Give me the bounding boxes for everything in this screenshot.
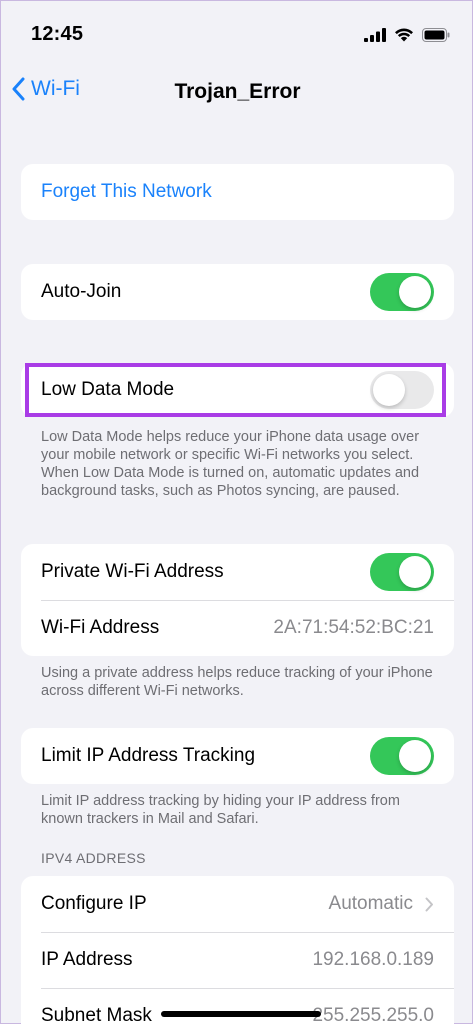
forget-network-group: Forget This Network [21, 164, 454, 220]
limit-ip-toggle[interactable] [370, 737, 434, 775]
toggle-knob [399, 740, 431, 772]
configure-ip-value-wrap: Automatic [329, 893, 434, 915]
subnet-mask-label: Subnet Mask [41, 1005, 152, 1024]
wifi-address-value: 2A:71:54:52:BC:21 [273, 617, 434, 638]
ip-address-row: IP Address 192.168.0.189 [21, 932, 454, 988]
configure-ip-value: Automatic [328, 893, 413, 914]
ip-address-label: IP Address [41, 949, 133, 970]
chevron-right-icon [425, 897, 433, 911]
configure-ip-row[interactable]: Configure IP Automatic [21, 876, 454, 932]
ipv4-section-header: IPV4 ADDRESS [41, 850, 146, 866]
limit-ip-footnote: Limit IP address tracking by hiding your… [41, 793, 400, 827]
low-data-mode-label: Low Data Mode [41, 379, 175, 400]
wifi-icon [395, 28, 413, 42]
cellular-signal-icon [364, 27, 386, 42]
ipv4-group: Configure IP Automatic IP Address 192.16… [21, 876, 454, 1024]
configure-ip-label: Configure IP [41, 893, 147, 914]
low-data-mode-group: Low Data Mode [21, 363, 454, 417]
wifi-address-label: Wi-Fi Address [41, 617, 160, 638]
auto-join-label: Auto-Join [41, 281, 122, 302]
toggle-knob [399, 556, 431, 588]
navigation-bar: Wi-Fi Trojan_Error [1, 65, 473, 121]
limit-ip-row: Limit IP Address Tracking [21, 728, 454, 784]
auto-join-toggle[interactable] [370, 273, 434, 311]
auto-join-row: Auto-Join [21, 264, 454, 320]
low-data-mode-row: Low Data Mode [21, 363, 454, 417]
auto-join-group: Auto-Join [21, 264, 454, 320]
status-time: 12:45 [31, 23, 84, 45]
toggle-knob [373, 374, 405, 406]
battery-icon [422, 27, 450, 42]
forget-network-button[interactable]: Forget This Network [21, 164, 454, 220]
wifi-address-row: Wi-Fi Address 2A:71:54:52:BC:21 [21, 600, 454, 656]
page-title: Trojan_Error [174, 80, 301, 103]
low-data-mode-footnote: Low Data Mode helps reduce your iPhone d… [41, 429, 420, 499]
forget-network-label: Forget This Network [41, 181, 212, 202]
private-address-label: Private Wi-Fi Address [41, 561, 224, 582]
limit-ip-group: Limit IP Address Tracking [21, 728, 454, 784]
subnet-mask-value: 255.255.255.0 [312, 1005, 434, 1024]
private-address-toggle[interactable] [370, 553, 434, 591]
limit-ip-label: Limit IP Address Tracking [41, 745, 256, 766]
private-address-row: Private Wi-Fi Address [21, 544, 454, 600]
ip-address-value: 192.168.0.189 [312, 949, 434, 970]
private-address-group: Private Wi-Fi Address Wi-Fi Address 2A:7… [21, 544, 454, 656]
toggle-knob [399, 276, 431, 308]
status-bar: 12:45 [1, 1, 473, 65]
status-icons [364, 27, 450, 42]
private-address-footnote: Using a private address helps reduce tra… [41, 665, 433, 699]
low-data-mode-toggle[interactable] [370, 371, 434, 409]
subnet-mask-row: Subnet Mask 255.255.255.0 [21, 988, 454, 1024]
home-indicator [161, 1011, 321, 1017]
